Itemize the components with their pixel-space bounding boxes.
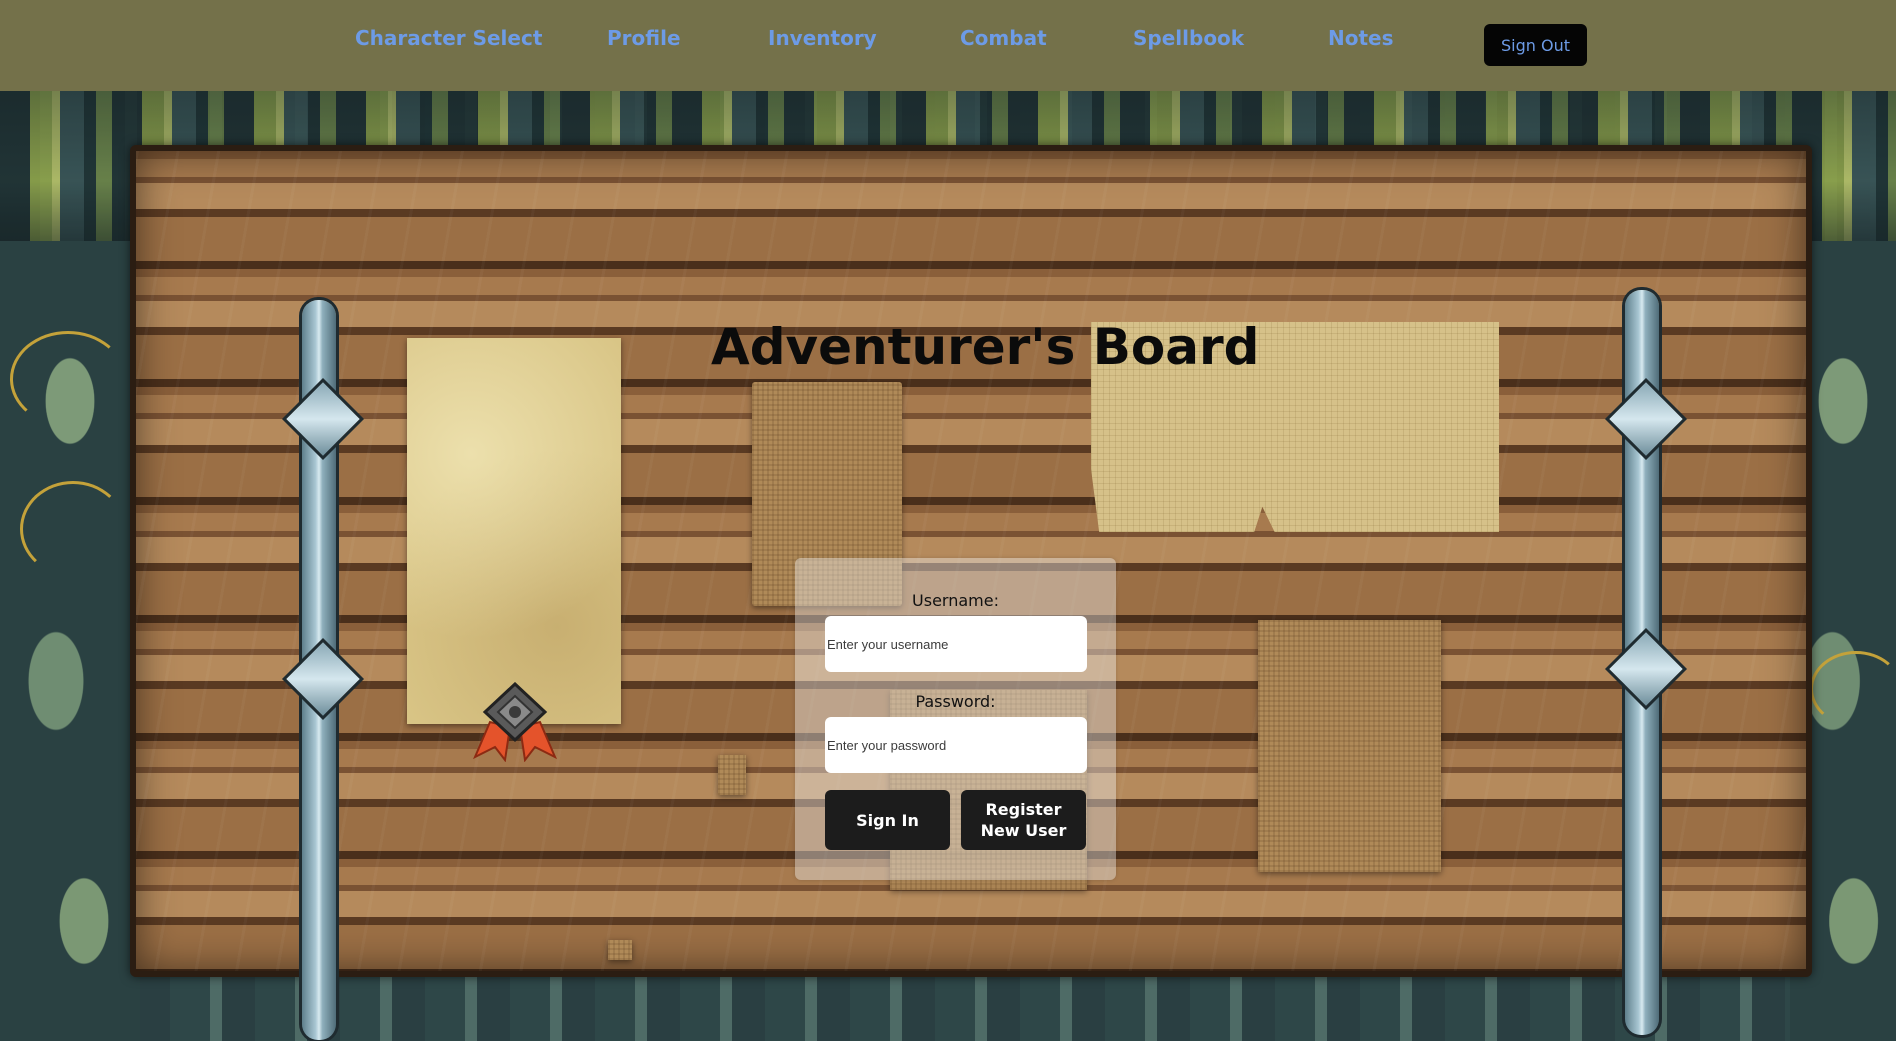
page-title: Adventurer's Board	[711, 318, 1260, 376]
sign-in-label: Sign In	[856, 810, 919, 830]
username-label: Username:	[912, 591, 999, 610]
parchment-note	[407, 338, 621, 724]
parchment-scrap	[718, 755, 746, 795]
wax-seal-icon	[473, 682, 557, 762]
nav-link-combat[interactable]: Combat	[960, 26, 1047, 50]
nav-link-character-select[interactable]: Character Select	[355, 26, 542, 50]
register-new-user-button[interactable]: Register New User	[961, 790, 1086, 850]
password-input[interactable]	[825, 717, 1087, 773]
vine-decoration	[20, 481, 126, 577]
register-label-line1: Register	[985, 800, 1062, 819]
register-label-line2: New User	[980, 821, 1067, 840]
login-form: Username: Password: Sign In Register New…	[795, 558, 1116, 880]
parchment-scrap	[608, 940, 632, 960]
password-label: Password:	[915, 692, 996, 711]
nav-link-inventory[interactable]: Inventory	[768, 26, 877, 50]
sign-out-button[interactable]: Sign Out	[1484, 24, 1587, 66]
vine-decoration	[10, 331, 126, 427]
nav-link-notes[interactable]: Notes	[1328, 26, 1394, 50]
username-input[interactable]	[825, 616, 1087, 672]
vine-decoration	[1810, 651, 1896, 727]
nav-link-spellbook[interactable]: Spellbook	[1133, 26, 1244, 50]
top-nav: Character Select Profile Inventory Comba…	[0, 0, 1896, 91]
nav-link-profile[interactable]: Profile	[607, 26, 681, 50]
sign-in-button[interactable]: Sign In	[825, 790, 950, 850]
parchment-note	[1258, 620, 1441, 872]
